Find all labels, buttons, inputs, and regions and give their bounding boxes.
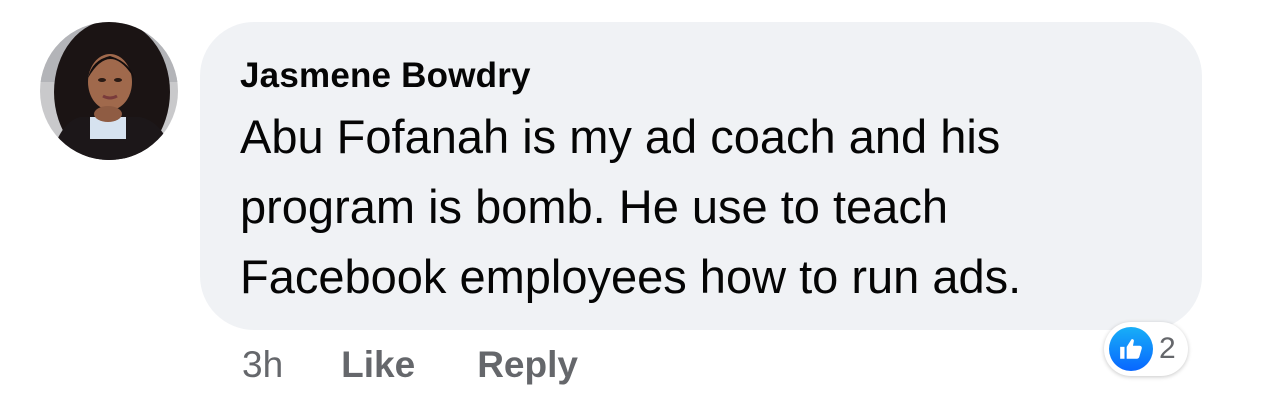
reaction-summary[interactable]: 2 (1104, 322, 1188, 376)
comment-actions: 3h Like Reply (242, 344, 640, 386)
like-button[interactable]: Like (341, 344, 415, 386)
comment-bubble: Jasmene Bowdry Abu Fofanah is my ad coac… (200, 22, 1202, 330)
reaction-count: 2 (1159, 332, 1176, 365)
comment-text: Abu Fofanah is my ad coach and his progr… (240, 110, 1022, 303)
comment-timestamp[interactable]: 3h (242, 344, 283, 386)
avatar[interactable] (40, 22, 178, 160)
thumbs-up-icon (1109, 327, 1153, 371)
comment-author[interactable]: Jasmene Bowdry (240, 54, 1162, 98)
reply-button[interactable]: Reply (477, 344, 578, 386)
